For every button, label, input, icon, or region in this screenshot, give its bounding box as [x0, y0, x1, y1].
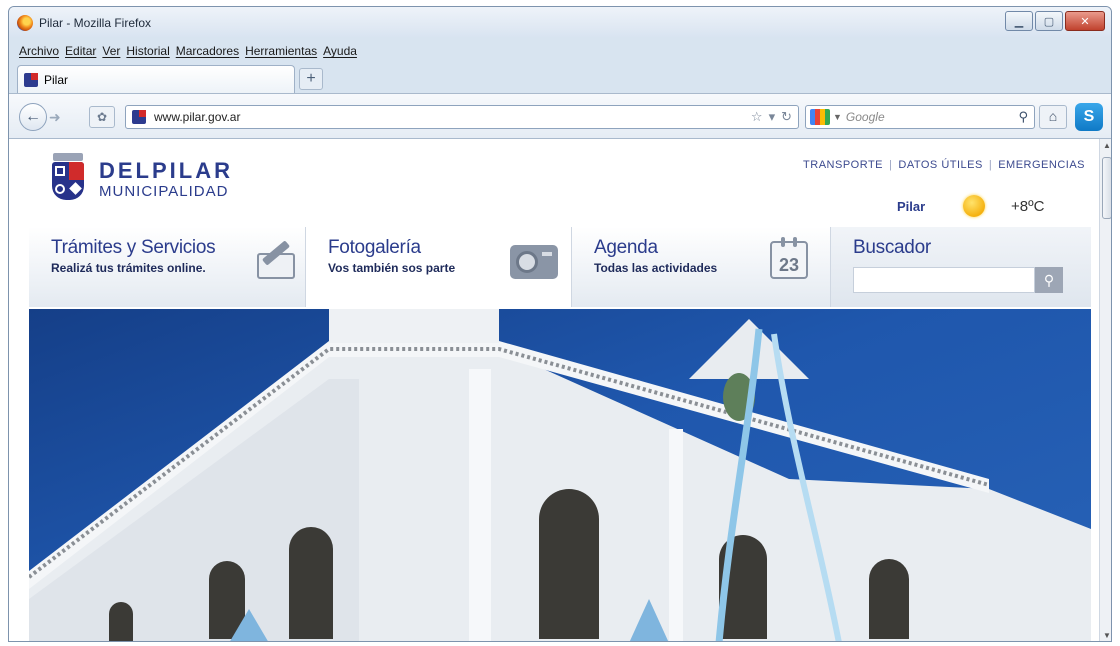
service-buscador: Buscador ⚲	[831, 227, 1091, 307]
url-bar[interactable]: www.pilar.gov.ar ☆ ▾ ↻	[125, 105, 799, 129]
scroll-thumb[interactable]	[1102, 157, 1111, 219]
service-tramites[interactable]: Trámites y Servicios Realizá tus trámite…	[29, 227, 306, 307]
service-fotogaleria[interactable]: Fotogalería Vos también sos parte	[306, 227, 572, 307]
minimize-button[interactable]: ▁	[1005, 11, 1033, 31]
home-icon[interactable]: ⌂	[1039, 105, 1067, 129]
title-bar: Pilar - Mozilla Firefox ▁ ▢ ✕	[9, 7, 1111, 37]
site-search-button[interactable]: ⚲	[1035, 267, 1063, 293]
weather-city: Pilar	[897, 198, 926, 214]
weather-temperature: +8ºC	[1011, 197, 1045, 215]
service-subtitle: Vos también sos parte	[328, 261, 456, 275]
link-emergencias[interactable]: EMERGENCIAS	[998, 159, 1085, 171]
form-pencil-icon	[251, 240, 297, 281]
service-agenda[interactable]: Agenda Todas las actividades 23	[572, 227, 831, 307]
top-links: TRANSPORTE | DATOS ÚTILES | EMERGENCIAS	[803, 159, 1085, 171]
services-bar: Trámites y Servicios Realizá tus trámite…	[29, 227, 1091, 307]
site-logo[interactable]: DELPILAR MUNICIPALIDAD	[51, 153, 233, 201]
menu-ver[interactable]: Ver	[102, 44, 120, 58]
close-button[interactable]: ✕	[1065, 11, 1105, 31]
tab-label: Pilar	[44, 72, 69, 87]
url-text[interactable]: www.pilar.gov.ar	[154, 110, 240, 124]
pilar-crest-icon	[51, 153, 85, 201]
menu-ayuda[interactable]: Ayuda	[323, 44, 357, 58]
back-forward-group: ← ➜	[19, 103, 61, 131]
search-icon[interactable]: ⚲	[1018, 109, 1028, 125]
menu-marcadores[interactable]: Marcadores	[176, 44, 239, 58]
new-tab-button[interactable]: +	[299, 68, 323, 90]
tab-pilar[interactable]: Pilar	[17, 65, 295, 93]
navigation-toolbar: ← ➜ ✿ www.pilar.gov.ar ☆ ▾ ↻ ▼ Google ⚲ …	[9, 93, 1111, 139]
menu-herramientas[interactable]: Herramientas	[245, 44, 317, 58]
separator: |	[889, 159, 893, 171]
service-subtitle: Realizá tus trámites online.	[51, 261, 206, 275]
logo-line1: DELPILAR	[99, 158, 233, 183]
browser-window: Pilar - Mozilla Firefox ▁ ▢ ✕ Archivo Ed…	[8, 6, 1112, 642]
logo-line2: MUNICIPALIDAD	[99, 183, 229, 200]
menu-editar[interactable]: Editar	[65, 44, 96, 58]
sun-icon	[963, 195, 985, 217]
scroll-up-icon[interactable]: ▲	[1100, 139, 1111, 153]
search-bar[interactable]: ▼ Google ⚲	[805, 105, 1035, 129]
puzzle-icon[interactable]: ✿	[89, 106, 115, 128]
reload-icon[interactable]: ↻	[781, 109, 792, 125]
google-engine-icon[interactable]	[810, 109, 830, 125]
search-placeholder[interactable]: Google	[846, 110, 885, 124]
service-title: Trámites y Servicios	[51, 237, 216, 258]
separator: |	[988, 159, 993, 171]
hero-photo	[29, 309, 1091, 641]
window-controls: ▁ ▢ ✕	[1005, 11, 1105, 31]
weather-widget: Pilar +8ºC	[897, 195, 1044, 217]
link-transporte[interactable]: TRANSPORTE	[803, 159, 883, 171]
back-arrow-icon[interactable]: ←	[19, 103, 47, 131]
service-subtitle: Todas las actividades	[594, 261, 718, 275]
calendar-day: 23	[778, 255, 800, 275]
service-title: Buscador	[853, 237, 931, 258]
camera-icon	[510, 245, 558, 279]
municipal-building-illustration	[29, 309, 1091, 641]
tab-strip: Pilar +	[9, 65, 1111, 93]
page-viewport: DELPILAR MUNICIPALIDAD TRANSPORTE | DATO…	[9, 139, 1099, 641]
menu-bar: Archivo Editar Ver Historial Marcadores …	[9, 41, 1111, 61]
dropdown-icon[interactable]: ▾	[769, 109, 776, 125]
skype-icon[interactable]: S	[1075, 103, 1103, 131]
url-bar-actions: ☆ ▾ ↻	[751, 109, 792, 125]
site-search-input[interactable]	[853, 267, 1035, 293]
pilar-favicon-icon	[24, 72, 38, 87]
maximize-button[interactable]: ▢	[1035, 11, 1063, 31]
vertical-scrollbar[interactable]: ▲ ▼	[1099, 139, 1111, 641]
engine-dropdown-icon[interactable]: ▼	[833, 112, 842, 122]
service-title: Fotogalería	[328, 237, 421, 258]
star-icon[interactable]: ☆	[751, 109, 763, 125]
menu-historial[interactable]: Historial	[126, 44, 169, 58]
logo-text: DELPILAR MUNICIPALIDAD	[99, 153, 233, 201]
site-identity-icon[interactable]	[132, 110, 146, 124]
link-datos-utiles[interactable]: DATOS ÚTILES	[898, 159, 982, 171]
calendar-icon: 23	[770, 237, 808, 279]
firefox-logo-icon	[17, 15, 33, 31]
window-title: Pilar - Mozilla Firefox	[39, 16, 152, 30]
menu-archivo[interactable]: Archivo	[19, 44, 59, 58]
scroll-down-icon[interactable]: ▼	[1100, 629, 1111, 641]
service-title: Agenda	[594, 237, 658, 258]
forward-arrow-icon[interactable]: ➜	[49, 109, 61, 126]
